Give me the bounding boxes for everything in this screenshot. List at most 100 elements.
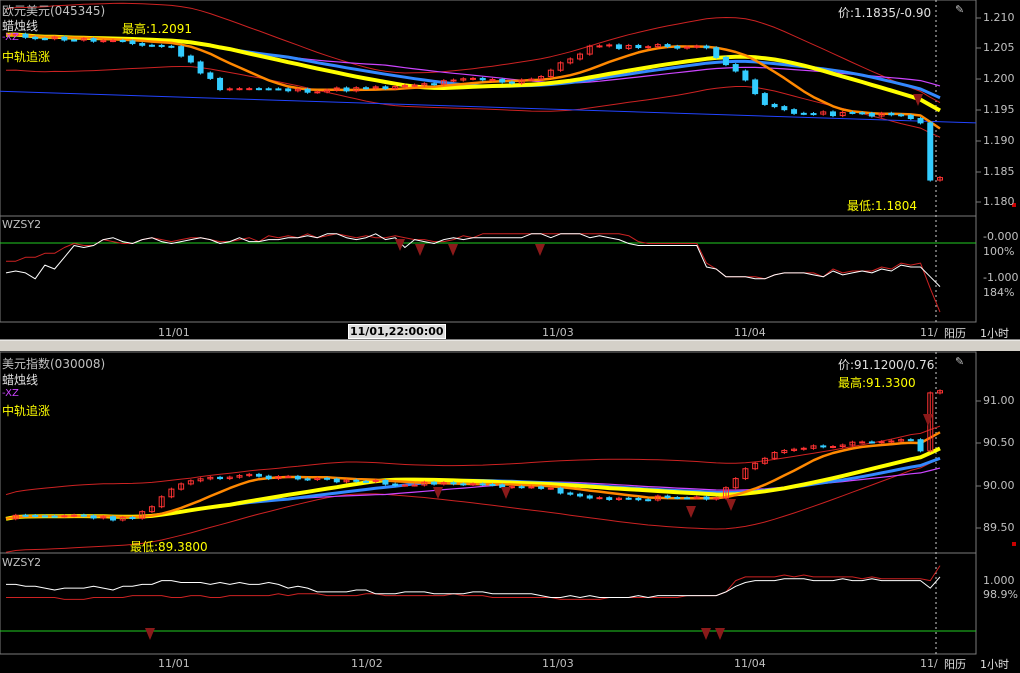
candle-body: [771, 103, 778, 108]
candle-body: [538, 486, 545, 489]
candle-body: [479, 483, 486, 486]
candle-body: [567, 492, 574, 495]
candle-body: [178, 46, 185, 57]
candle-body: [265, 88, 272, 91]
candle-body: [333, 478, 340, 483]
candle-body: [499, 484, 506, 488]
candle-body: [917, 439, 924, 452]
candle-body: [489, 484, 496, 487]
candle-body: [401, 484, 408, 487]
candle-body: [888, 112, 895, 116]
candle-body: [265, 475, 272, 480]
candle-body: [100, 40, 107, 43]
candle-body: [304, 478, 311, 481]
p1-ytick: 1.185: [983, 165, 1015, 178]
p2-sub-tick: 98.9%: [983, 588, 1018, 601]
p2-calendar-toggle[interactable]: 阳历: [944, 656, 966, 672]
candle-body: [518, 486, 525, 489]
panel2-indicator-xz: -XZ: [2, 388, 19, 399]
candle-body: [829, 446, 836, 449]
panel1-low-label: 最低:1.1804: [847, 199, 918, 213]
candle-body: [148, 44, 155, 47]
candle-body: [314, 91, 321, 94]
panel2-price-readout: 价:91.1200/0.76: [838, 358, 935, 372]
candle-body: [139, 43, 146, 46]
p1-interval-toggle[interactable]: 1小时: [980, 325, 1009, 341]
candle-body: [51, 515, 58, 518]
sub-series-white: [6, 576, 941, 598]
candle-body: [528, 78, 535, 81]
pin-icon[interactable]: ✎: [955, 355, 964, 368]
candle-body: [499, 78, 506, 83]
candle-body: [917, 118, 924, 124]
p1-time-label: 11/03: [542, 326, 574, 339]
candle-body: [732, 64, 739, 72]
candle-body: [168, 45, 175, 48]
candle-body: [382, 479, 389, 485]
signal-arrow-icon: [395, 239, 405, 251]
signal-arrow-icon: [415, 244, 425, 256]
candle-body: [800, 112, 807, 115]
candle-body: [508, 81, 515, 84]
p2-interval-toggle[interactable]: 1小时: [980, 656, 1009, 672]
candle-body: [800, 447, 807, 450]
candle-body: [246, 88, 253, 91]
panel1-sub-name: WZSY2: [2, 218, 42, 231]
panel1-high-label: 最高:1.2091: [122, 22, 193, 36]
candle-body: [197, 61, 204, 74]
panel1-frame: [0, 0, 977, 323]
sub-series-white: [5, 233, 941, 287]
candle-body: [625, 497, 632, 500]
candle-body: [217, 77, 224, 91]
signal-arrow-icon: [923, 414, 933, 426]
candle-body: [343, 87, 350, 92]
candle-body: [664, 495, 671, 499]
sub-series-red: [6, 565, 941, 600]
p1-sub-tick: 100%: [983, 245, 1015, 258]
candle-body: [275, 88, 282, 91]
candle-body: [820, 445, 827, 448]
candle-body: [129, 40, 136, 45]
candle-body: [742, 70, 749, 81]
candle-body: [791, 109, 798, 114]
candle-body: [392, 483, 399, 486]
candle-body: [586, 495, 593, 499]
p1-calendar-toggle[interactable]: 阳历: [944, 325, 966, 341]
signal-arrow-icon: [535, 244, 545, 256]
candle-body: [557, 487, 564, 494]
candle-body: [489, 78, 496, 81]
candle-body: [479, 77, 486, 81]
candle-body: [61, 36, 68, 41]
signal-arrow-icon: [726, 499, 736, 511]
ma-mid: [5, 32, 941, 113]
candle-body: [207, 72, 214, 79]
candle-body: [470, 77, 476, 80]
p2-time-label: 11/: [920, 657, 938, 670]
panel-splitter: [0, 340, 1020, 351]
candle-body: [294, 475, 301, 480]
candle-body: [80, 514, 87, 517]
candle-body: [927, 122, 934, 181]
p1-time-label: 11/04: [734, 326, 766, 339]
candle-body: [635, 497, 642, 501]
candle-body: [829, 111, 836, 117]
p2-ytick: 89.50: [983, 521, 1015, 534]
p1-ytick: 1.190: [983, 134, 1015, 147]
pin-icon[interactable]: ✎: [955, 3, 964, 16]
ma-fast: [5, 431, 941, 521]
candle-body: [645, 499, 652, 502]
candle-body: [304, 88, 311, 93]
candle-body: [285, 475, 292, 478]
candle-body: [859, 112, 866, 115]
signal-arrow-icon: [686, 506, 696, 518]
candle-body: [722, 56, 729, 66]
candle-body: [713, 47, 720, 58]
p1-time-label: 11/: [920, 326, 938, 339]
ma-fast: [5, 33, 941, 130]
candle-body: [158, 44, 165, 47]
candle-body: [606, 497, 613, 500]
p2-time-label: 11/01: [158, 657, 190, 670]
candle-body: [596, 497, 603, 500]
candle-body: [431, 83, 438, 86]
candle-body: [71, 39, 78, 42]
